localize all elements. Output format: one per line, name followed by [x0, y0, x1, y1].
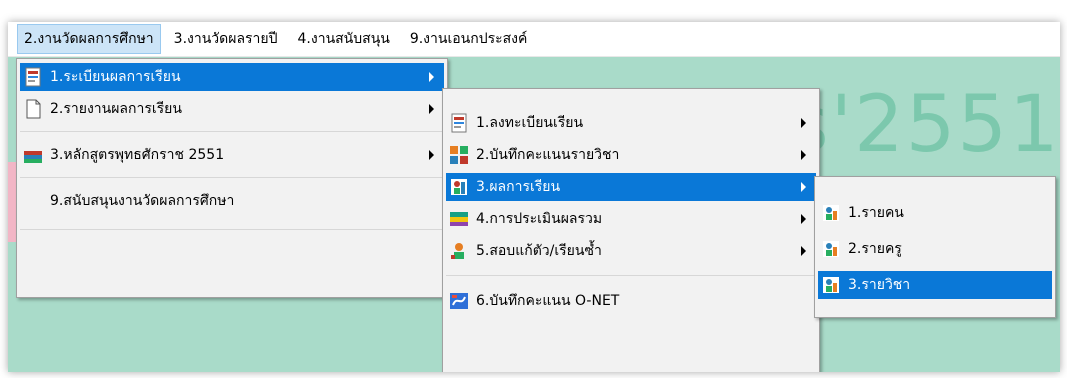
menu-item-retest[interactable]: 5.สอบแก้ตัว/เรียนซ้ำ: [446, 237, 816, 265]
menu-item-by-subject[interactable]: 3.รายวิชา: [818, 271, 1052, 299]
submenu-arrow-icon: [801, 214, 806, 224]
menu-separator: [20, 131, 444, 132]
register-icon: [449, 113, 469, 133]
submenu-arrow-icon: [801, 150, 806, 160]
background-logo-text: s'2551: [788, 80, 1060, 170]
retest-icon: [449, 241, 469, 261]
menubar-item-yearly-assessment[interactable]: 3.งานวัดผลรายปี: [167, 24, 285, 54]
menu-separator: [20, 229, 444, 230]
empty-icon-slot: [23, 191, 43, 211]
menu-item-label: 2.รายครู: [848, 241, 902, 257]
summary-evaluation-icon: [449, 209, 469, 229]
submenu-arrow-icon: [429, 150, 434, 160]
menubar-item-utilities[interactable]: 9.งานเอนกประสงค์: [403, 24, 535, 54]
submenu-arrow-icon: [801, 246, 806, 256]
books-icon: [23, 145, 43, 165]
menu-item-grade-records[interactable]: 1.ระเบียนผลการเรียน: [20, 63, 444, 91]
menu-item-grade-reports[interactable]: 2.รายงานผลการเรียน: [20, 95, 444, 123]
menu-item-label: 3.หลักสูตรพุทธศักราช 2551: [50, 147, 225, 163]
menu-item-label: 1.ระเบียนผลการเรียน: [50, 69, 181, 85]
menubar-item-support[interactable]: 4.งานสนับสนุน: [291, 24, 397, 54]
menu-item-subject-scores[interactable]: 2.บันทึกคะแนนรายวิชา: [446, 141, 816, 169]
menu-item-support-assessment[interactable]: 9.สนับสนุนงานวัดผลการศึกษา: [20, 187, 444, 215]
subject-icon: [821, 275, 841, 295]
app-window: s'2551 2.งานวัดผลการศึกษา 3.งานวัดผลรายป…: [8, 22, 1060, 372]
submenu-arrow-icon: [801, 118, 806, 128]
menu-item-label: 2.บันทึกคะแนนรายวิชา: [476, 147, 620, 163]
menu-item-learning-results[interactable]: 3.ผลการเรียน: [446, 173, 816, 201]
document-report-icon: [23, 67, 43, 87]
menu-item-label: 1.รายคน: [848, 205, 904, 221]
student-result-icon: [449, 177, 469, 197]
submenu-arrow-icon: [429, 72, 434, 82]
menu-item-onet-scores[interactable]: 6.บันทึกคะแนน O-NET: [446, 287, 816, 315]
menu-item-label: 9.สนับสนุนงานวัดผลการศึกษา: [50, 193, 235, 209]
menu-item-by-student[interactable]: 1.รายคน: [818, 199, 1052, 227]
menu-item-label: 6.บันทึกคะแนน O-NET: [476, 293, 620, 309]
menu-item-label: 4.การประเมินผลรวม: [476, 211, 603, 227]
menu-item-label: 2.รายงานผลการเรียน: [50, 101, 182, 117]
dropdown-menu-assessment: 1.ระเบียนผลการเรียน 2.รายงานผลการเรียน 3…: [16, 58, 448, 298]
teacher-icon: [821, 239, 841, 259]
menu-separator: [446, 275, 816, 276]
menu-item-label: 3.ผลการเรียน: [476, 179, 561, 195]
menu-item-label: 5.สอบแก้ตัว/เรียนซ้ำ: [476, 243, 602, 259]
onet-icon: [449, 291, 469, 311]
menu-bar: 2.งานวัดผลการศึกษา 3.งานวัดผลรายปี 4.งาน…: [8, 22, 1060, 57]
menubar-item-assessment[interactable]: 2.งานวัดผลการศึกษา: [17, 24, 161, 54]
blank-page-icon: [23, 99, 43, 119]
person-icon: [821, 203, 841, 223]
score-grid-icon: [449, 145, 469, 165]
menu-item-overall-evaluation[interactable]: 4.การประเมินผลรวม: [446, 205, 816, 233]
submenu-learning-results: 1.รายคน 2.รายครู 3.รายวิชา: [814, 176, 1056, 318]
menu-separator: [20, 177, 444, 178]
menu-item-label: 3.รายวิชา: [848, 277, 911, 293]
submenu-arrow-icon: [801, 182, 806, 192]
submenu-arrow-icon: [429, 104, 434, 114]
menu-item-curriculum-2551[interactable]: 3.หลักสูตรพุทธศักราช 2551: [20, 141, 444, 169]
menu-item-label: 1.ลงทะเบียนเรียน: [476, 115, 584, 131]
submenu-grade-records: 1.ลงทะเบียนเรียน 2.บันทึกคะแนนรายวิชา 3.…: [442, 88, 820, 372]
menu-item-enrollment[interactable]: 1.ลงทะเบียนเรียน: [446, 109, 816, 137]
menu-item-by-teacher[interactable]: 2.รายครู: [818, 235, 1052, 263]
